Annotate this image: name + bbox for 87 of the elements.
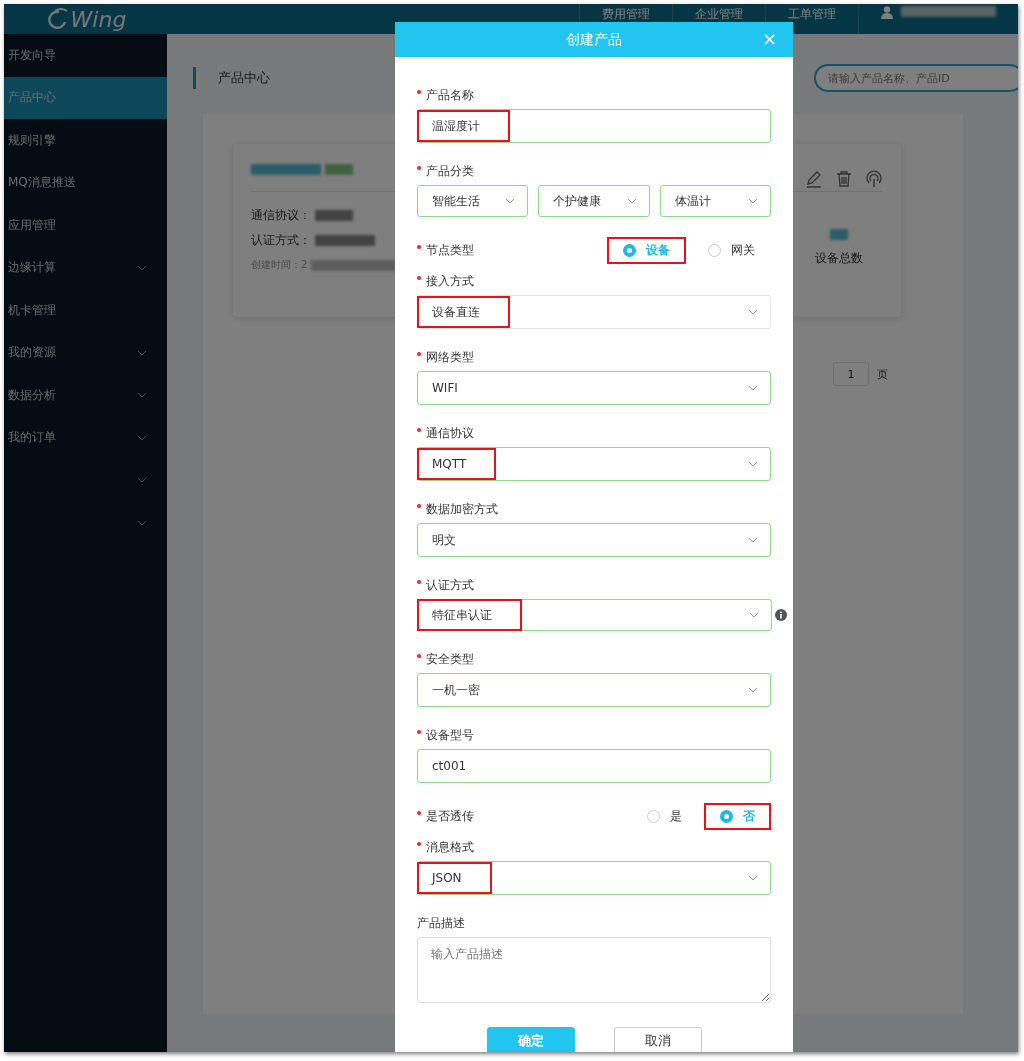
redacted-text: [251, 164, 321, 175]
redacted-text: [315, 235, 375, 246]
field-label: 认证方式: [426, 577, 474, 594]
field-label: 是否透传: [426, 807, 474, 825]
sidebar-item[interactable]: MQ消息推送: [4, 161, 167, 204]
broadcast-icon[interactable]: [865, 170, 883, 188]
field-label: 节点类型: [426, 241, 474, 259]
chevron-down-icon: [748, 687, 758, 693]
user-icon: [881, 6, 893, 19]
card-field-label: 通信协议：: [251, 208, 311, 223]
field-label: 产品分类: [426, 163, 474, 180]
chevron-down-icon: [505, 198, 516, 204]
chevron-down-icon: [748, 198, 758, 204]
cancel-button[interactable]: 取消: [613, 1027, 702, 1052]
search-field[interactable]: 请输入产品名称、产品ID: [814, 64, 1018, 92]
field-label: 通信协议: [426, 425, 474, 442]
radio-option[interactable]: 网关: [692, 236, 771, 264]
select-field[interactable]: 一机一密: [417, 673, 771, 707]
field-label: 接入方式: [426, 273, 474, 290]
field-label: 消息格式: [426, 839, 474, 856]
sidebar-item[interactable]: 开发向导: [4, 34, 167, 77]
radio-option[interactable]: 否: [704, 802, 771, 830]
field-value: 一机一密: [431, 681, 481, 699]
chevron-down-icon: [748, 461, 758, 467]
chevron-down-icon: [137, 434, 147, 441]
chevron-down-icon: [748, 537, 758, 543]
chevron-down-icon: [137, 349, 147, 356]
field-label: 设备型号: [426, 727, 474, 744]
stat-label: 设备总数: [815, 250, 863, 267]
logo-text: Wing: [70, 6, 127, 32]
chevron-down-icon: [137, 477, 147, 484]
field-value: 明文: [431, 531, 457, 549]
select-field[interactable]: 体温计: [659, 185, 771, 217]
select-field[interactable]: JSON: [417, 861, 771, 895]
input-field[interactable]: 温湿度计: [417, 109, 771, 143]
select-field[interactable]: 设备直连: [417, 295, 771, 329]
redacted-text: [830, 229, 848, 240]
field-label: 产品名称: [426, 87, 474, 104]
sidebar-item[interactable]: 机卡管理: [4, 289, 167, 332]
field-value: MQTT: [417, 448, 497, 480]
select-value: 体温计: [673, 192, 712, 210]
select-field[interactable]: 明文: [417, 523, 771, 557]
sidebar-item[interactable]: 数据分析: [4, 374, 167, 417]
field-value: JSON: [417, 862, 492, 894]
select-field[interactable]: 个护健康: [538, 185, 650, 217]
field-value: 温湿度计: [417, 110, 510, 142]
chevron-down-icon: [137, 519, 147, 526]
field-label: 网络类型: [426, 349, 474, 366]
page-title: 产品中心: [193, 67, 270, 89]
field-value: WIFI: [431, 380, 459, 397]
select-field[interactable]: 智能生活: [417, 185, 529, 217]
sidebar-item[interactable]: 规则引擎: [4, 119, 167, 162]
radio-option[interactable]: 设备: [607, 236, 686, 264]
field-value: 设备直连: [417, 296, 510, 328]
select-field[interactable]: 特征串认证: [417, 599, 772, 631]
chevron-down-icon: [626, 198, 637, 204]
chevron-down-icon: [749, 612, 759, 618]
delete-icon[interactable]: [835, 170, 853, 188]
input-field[interactable]: ct001: [417, 749, 771, 783]
chevron-down-icon: [748, 309, 758, 315]
chevron-down-icon: [748, 385, 758, 391]
field-value: ct001: [431, 758, 468, 775]
field-label: 产品描述: [417, 915, 465, 932]
page-unit: 页: [877, 366, 888, 382]
edit-icon[interactable]: [805, 170, 823, 188]
card-field-label: 认证方式：: [251, 233, 311, 248]
description-field[interactable]: 输入产品描述: [417, 937, 771, 1003]
confirm-button[interactable]: 确定: [486, 1027, 575, 1052]
chevron-down-icon: [748, 875, 758, 881]
field-value: 特征串认证: [417, 599, 522, 631]
select-value: 个护健康: [552, 192, 603, 210]
select-value: 智能生活: [431, 192, 481, 210]
info-icon[interactable]: [775, 609, 787, 621]
radio-option[interactable]: 是: [631, 802, 698, 830]
sidebar-item[interactable]: 我的资源: [4, 331, 167, 374]
sidebar-item[interactable]: 我的订单: [4, 416, 167, 459]
select-field[interactable]: MQTT: [417, 447, 771, 481]
redacted-text: [315, 210, 353, 221]
page-number-field[interactable]: 1: [833, 362, 869, 386]
redacted-text: [325, 164, 353, 175]
select-field[interactable]: WIFI: [417, 371, 771, 405]
chevron-down-icon: [137, 264, 147, 271]
sidebar-item[interactable]: 应用管理: [4, 204, 167, 247]
sidebar-item[interactable]: 边缘计算: [4, 246, 167, 289]
field-label: 安全类型: [426, 651, 474, 668]
chevron-down-icon: [137, 392, 147, 399]
field-label: 数据加密方式: [426, 501, 498, 518]
